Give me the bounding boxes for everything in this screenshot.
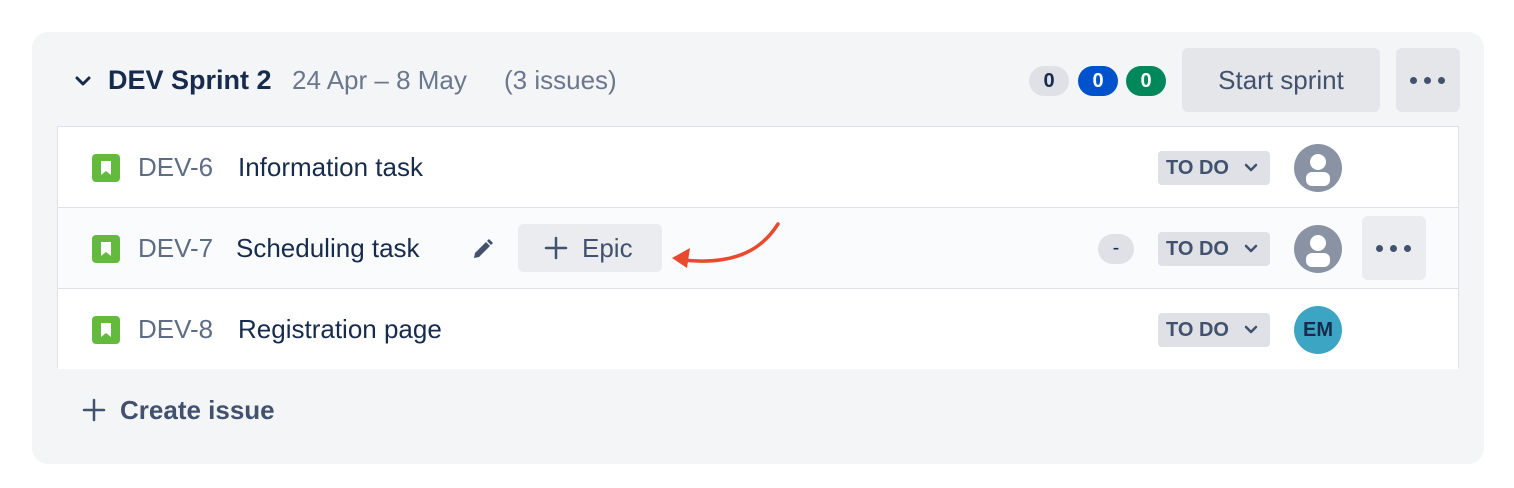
issue-key[interactable]: DEV-7 — [138, 232, 213, 264]
plus-icon — [82, 398, 106, 422]
issue-row[interactable]: DEV-8 Registration page TO DO EM — [58, 289, 1458, 369]
sprint-issue-count: (3 issues) — [504, 65, 617, 95]
issue-key[interactable]: DEV-6 — [138, 151, 213, 183]
pencil-icon[interactable] — [468, 236, 496, 264]
ellipsis-icon — [1410, 77, 1446, 84]
story-icon — [92, 154, 120, 182]
create-issue-label: Create issue — [120, 395, 275, 425]
issue-key[interactable]: DEV-8 — [138, 313, 213, 345]
status-dropdown[interactable]: TO DO — [1158, 313, 1270, 347]
chevron-down-icon[interactable] — [72, 70, 94, 92]
sprint-name[interactable]: DEV Sprint 2 — [108, 64, 272, 96]
assignee-avatar[interactable] — [1294, 144, 1342, 192]
issue-summary[interactable]: Scheduling task — [236, 232, 420, 264]
status-dropdown[interactable]: TO DO — [1158, 232, 1270, 266]
issue-summary[interactable]: Registration page — [238, 313, 442, 345]
annotation-arrow-icon — [672, 222, 780, 268]
assignee-avatar[interactable] — [1294, 225, 1342, 273]
assignee-avatar[interactable]: EM — [1294, 306, 1342, 354]
status-label: TO DO — [1166, 157, 1229, 179]
sprint-more-button[interactable] — [1396, 48, 1460, 112]
done-count-badge: 0 — [1126, 66, 1166, 96]
story-icon — [92, 316, 120, 344]
chevron-down-icon — [1244, 244, 1258, 253]
in-progress-count-badge: 0 — [1078, 66, 1118, 96]
status-label: TO DO — [1166, 319, 1229, 341]
status-dropdown[interactable]: TO DO — [1158, 151, 1270, 185]
add-epic-label: Epic — [582, 233, 633, 263]
chevron-down-icon — [1244, 163, 1258, 172]
issue-summary[interactable]: Information task — [238, 151, 423, 183]
issue-more-button[interactable] — [1362, 216, 1426, 280]
sprint-header: DEV Sprint 2 24 Apr – 8 May (3 issues) 0… — [32, 48, 1484, 112]
story-icon — [92, 235, 120, 263]
sprint-dates: 24 Apr – 8 May — [292, 65, 467, 95]
issue-row[interactable]: DEV-7 Scheduling task Epic - TO DO — [58, 208, 1458, 288]
plus-icon — [544, 236, 568, 260]
user-icon — [1306, 154, 1330, 186]
todo-count-badge: 0 — [1029, 66, 1069, 96]
start-sprint-button[interactable]: Start sprint — [1182, 48, 1380, 112]
user-icon — [1306, 235, 1330, 267]
estimate-badge[interactable]: - — [1098, 234, 1134, 264]
add-epic-button[interactable]: Epic — [518, 224, 662, 272]
chevron-down-icon — [1244, 325, 1258, 334]
issue-list: DEV-6 Information task TO DO DEV-7 Sched… — [57, 126, 1459, 369]
issue-row[interactable]: DEV-6 Information task TO DO — [58, 127, 1458, 207]
sprint-panel: DEV Sprint 2 24 Apr – 8 May (3 issues) 0… — [32, 32, 1484, 464]
ellipsis-icon — [1376, 245, 1412, 252]
status-label: TO DO — [1166, 238, 1229, 260]
